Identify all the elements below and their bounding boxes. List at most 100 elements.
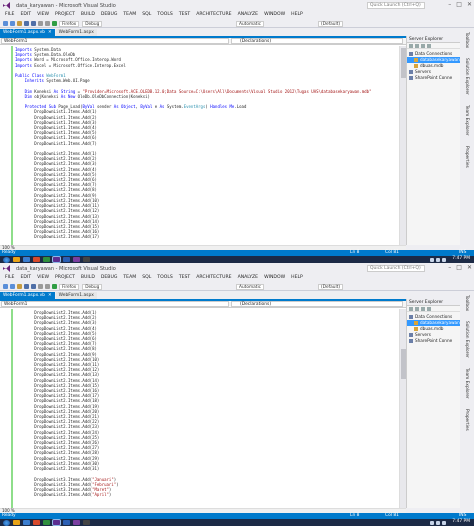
code-line[interactable]: DropDownList2.Items.Add(17): [15, 234, 398, 239]
open-icon[interactable]: [17, 284, 22, 289]
taskbar-app-icon[interactable]: [73, 257, 80, 262]
menu-analyze[interactable]: ANALYZE: [235, 274, 262, 282]
menu-help[interactable]: HELP: [288, 274, 306, 282]
menu-file[interactable]: FILE: [2, 274, 17, 282]
restore-button[interactable]: □: [456, 264, 462, 271]
undo-icon[interactable]: [38, 21, 43, 26]
back-icon[interactable]: [3, 284, 8, 289]
side-tab-team-explorer[interactable]: Team Explorer: [464, 368, 469, 399]
save-icon[interactable]: [24, 284, 29, 289]
platform-select[interactable]: Automatic: [236, 20, 265, 27]
menu-team[interactable]: TEAM: [120, 11, 139, 19]
menu-team[interactable]: TEAM: [120, 274, 139, 282]
code-editor[interactable]: WebForm1 (Declarations) Imports System.D…: [0, 36, 406, 245]
taskbar-app-icon[interactable]: [73, 520, 80, 525]
taskbar-app-icon[interactable]: [83, 257, 90, 262]
class-dropdown[interactable]: WebForm1: [1, 38, 229, 44]
minimize-button[interactable]: –: [448, 264, 451, 271]
menu-sql[interactable]: SQL: [139, 11, 154, 19]
tab-webform1-aspx-vb[interactable]: WebForm1.aspx.vb ✕: [0, 29, 55, 36]
connect-icon[interactable]: [421, 44, 425, 48]
side-tab-toolbox[interactable]: Toolbox: [464, 32, 469, 48]
member-dropdown[interactable]: (Declarations): [231, 301, 403, 307]
stop-icon[interactable]: [415, 44, 419, 48]
tree-item[interactable]: SharePoint Conne: [407, 75, 460, 81]
taskbar-app-icon[interactable]: [23, 520, 30, 525]
refresh-icon[interactable]: [409, 44, 413, 48]
menu-analyze[interactable]: ANALYZE: [235, 11, 262, 19]
code-editor[interactable]: WebForm1 (Declarations) DropDownList2.It…: [0, 299, 406, 508]
menu-window[interactable]: WINDOW: [261, 274, 288, 282]
menu-build[interactable]: BUILD: [78, 274, 98, 282]
close-button[interactable]: ✕: [467, 1, 472, 8]
connect-icon[interactable]: [421, 307, 425, 311]
close-tab-icon[interactable]: ✕: [48, 293, 52, 298]
taskbar-app-icon[interactable]: [13, 520, 20, 525]
save-all-icon[interactable]: [31, 21, 36, 26]
start-button-icon[interactable]: [3, 519, 10, 526]
volume-icon[interactable]: [436, 257, 440, 262]
side-tab-solution-explorer[interactable]: Solution Explorer: [464, 321, 469, 358]
default-select[interactable]: (Default): [318, 283, 344, 290]
taskbar-app-icon[interactable]: [13, 257, 20, 262]
close-button[interactable]: ✕: [467, 264, 472, 271]
run-icon[interactable]: [52, 21, 57, 26]
menu-test[interactable]: TEST: [176, 11, 193, 19]
run-icon[interactable]: [52, 284, 57, 289]
menu-file[interactable]: FILE: [2, 11, 17, 19]
network-icon[interactable]: [442, 520, 446, 525]
menu-build[interactable]: BUILD: [78, 11, 98, 19]
taskbar-app-icon[interactable]: [63, 520, 70, 525]
volume-icon[interactable]: [436, 520, 440, 525]
clock[interactable]: 7:47 PM: [452, 520, 470, 525]
tree-item[interactable]: SharePoint Conne: [407, 338, 460, 344]
quick-launch-input[interactable]: Quick Launch (Ctrl+Q): [367, 2, 425, 9]
redo-icon[interactable]: [45, 21, 50, 26]
menu-edit[interactable]: EDIT: [17, 274, 34, 282]
side-tab-properties[interactable]: Properties: [464, 409, 469, 431]
network-icon[interactable]: [442, 257, 446, 262]
menu-window[interactable]: WINDOW: [261, 11, 288, 19]
undo-icon[interactable]: [38, 284, 43, 289]
server-icon[interactable]: [427, 307, 431, 311]
taskbar-app-icon[interactable]: [43, 257, 50, 262]
taskbar-app-icon[interactable]: [63, 257, 70, 262]
taskbar-app-icon[interactable]: [52, 256, 61, 263]
menu-project[interactable]: PROJECT: [52, 11, 78, 19]
menu-debug[interactable]: DEBUG: [98, 274, 121, 282]
code-text[interactable]: Imports System.Data Imports System.Data.O…: [15, 47, 398, 245]
code-line[interactable]: DropDownList3.Items.Add("April"): [15, 492, 398, 497]
redo-icon[interactable]: [45, 284, 50, 289]
taskbar-app-icon[interactable]: [52, 519, 61, 526]
side-tab-properties[interactable]: Properties: [464, 146, 469, 168]
server-icon[interactable]: [427, 44, 431, 48]
vertical-scrollbar[interactable]: [399, 309, 406, 508]
menu-project[interactable]: PROJECT: [52, 274, 78, 282]
config-select[interactable]: Debug: [82, 283, 103, 290]
save-icon[interactable]: [24, 21, 29, 26]
tray-icon[interactable]: [430, 257, 434, 262]
vertical-scrollbar[interactable]: [399, 46, 406, 245]
taskbar-app-icon[interactable]: [23, 257, 30, 262]
config-select[interactable]: Debug: [82, 20, 103, 27]
menu-help[interactable]: HELP: [288, 11, 306, 19]
tab-webform1-aspx[interactable]: WebForm1.aspx: [55, 292, 97, 299]
menu-view[interactable]: VIEW: [34, 274, 52, 282]
taskbar-app-icon[interactable]: [33, 257, 40, 262]
platform-select[interactable]: Automatic: [236, 283, 265, 290]
quick-launch-input[interactable]: Quick Launch (Ctrl+Q): [367, 265, 425, 272]
menu-test[interactable]: TEST: [176, 274, 193, 282]
menu-edit[interactable]: EDIT: [17, 11, 34, 19]
tray-icon[interactable]: [430, 520, 434, 525]
start-button-icon[interactable]: [3, 256, 10, 263]
menu-tools[interactable]: TOOLS: [154, 274, 176, 282]
open-icon[interactable]: [17, 21, 22, 26]
restore-button[interactable]: □: [456, 1, 462, 8]
stop-icon[interactable]: [415, 307, 419, 311]
forward-icon[interactable]: [10, 284, 15, 289]
browser-select[interactable]: Firefox: [59, 283, 80, 290]
tab-webform1-aspx-vb[interactable]: WebForm1.aspx.vb ✕: [0, 292, 55, 299]
menu-architecture[interactable]: ARCHITECTURE: [193, 11, 234, 19]
refresh-icon[interactable]: [409, 307, 413, 311]
menu-debug[interactable]: DEBUG: [98, 11, 121, 19]
